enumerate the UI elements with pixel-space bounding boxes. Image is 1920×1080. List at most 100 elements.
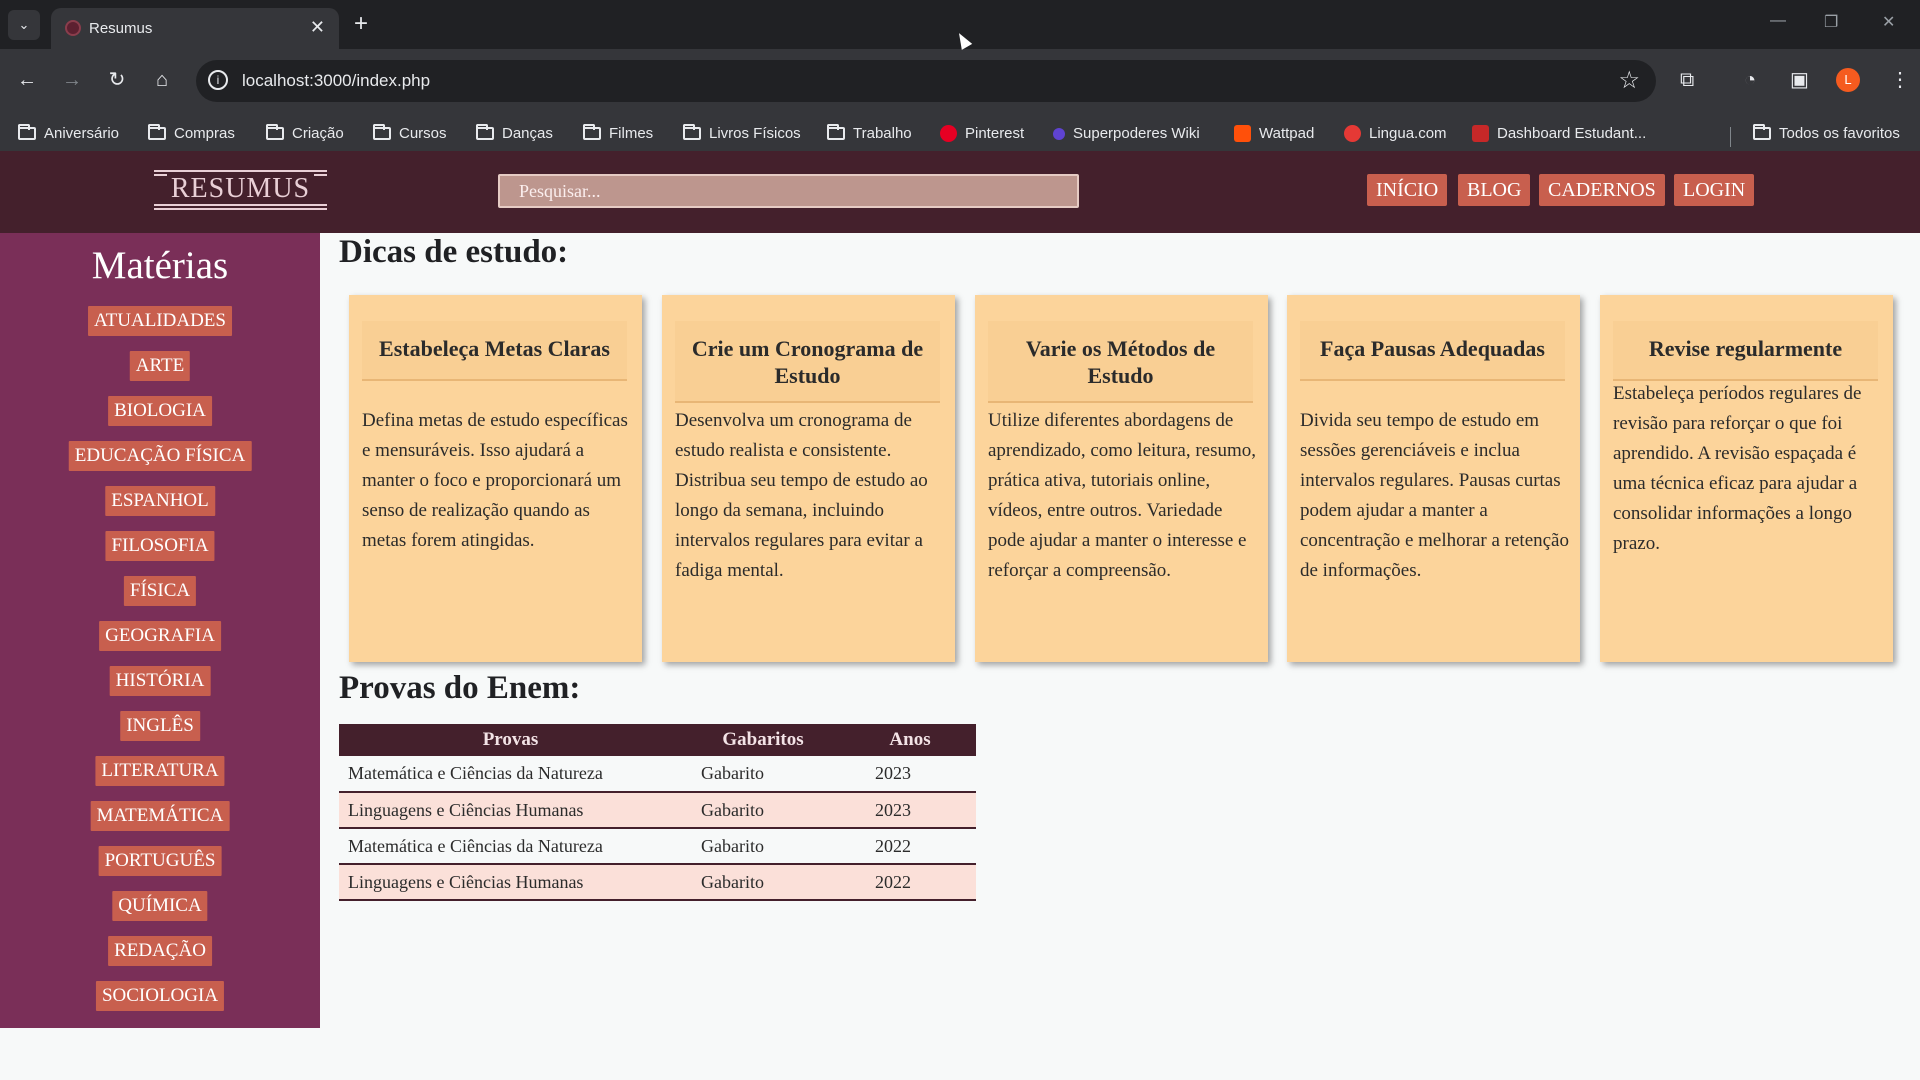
sidebar-item-historia[interactable]: HISTÓRIA	[109, 666, 211, 696]
lingua-icon	[1344, 125, 1361, 142]
sidebar-item-espanhol[interactable]: ESPANHOL	[105, 486, 215, 516]
reload-icon[interactable]: ↻	[102, 65, 132, 95]
bookmark-folder-aniversario[interactable]: Aniversário	[18, 124, 119, 142]
search-input[interactable]	[498, 174, 1079, 208]
menu-icon[interactable]: ⋮	[1890, 65, 1910, 95]
folder-icon	[476, 124, 494, 140]
subjects-sidebar: Matérias ATUALIDADES ARTE BIOLOGIA EDUCA…	[0, 233, 320, 1028]
performance-icon[interactable]: ◔	[1744, 65, 1756, 95]
site-header: RESUMUS INÍCIO BLOG CADERNOS LOGIN	[0, 151, 1920, 233]
folder-icon	[1753, 124, 1771, 140]
nav-login[interactable]: LOGIN	[1674, 174, 1755, 206]
url-text[interactable]: localhost:3000/index.php	[242, 71, 430, 91]
bookmark-folder-criacao[interactable]: Criação	[266, 124, 344, 142]
tip-card-heading: Estabeleça Metas Claras	[362, 321, 627, 381]
all-bookmarks[interactable]: Todos os favoritos	[1753, 124, 1900, 142]
folder-icon	[583, 124, 601, 140]
table-row: Matemática e Ciências da Natureza Gabari…	[339, 828, 976, 865]
exams-title: Provas do Enem:	[339, 670, 581, 706]
sidebar-item-educacao-fisica[interactable]: EDUCAÇÃO FÍSICA	[68, 441, 252, 471]
sidebar-item-sociologia[interactable]: SOCIOLOGIA	[95, 981, 225, 1011]
maximize-icon[interactable]: ❐	[1824, 12, 1838, 32]
sidebar-item-arte[interactable]: ARTE	[129, 351, 191, 381]
tip-card-heading: Faça Pausas Adequadas	[1300, 321, 1565, 381]
extensions-icon[interactable]: ⧉	[1680, 65, 1694, 95]
exam-name[interactable]: Matemática e Ciências da Natureza	[339, 756, 682, 793]
exam-answer-key[interactable]: Gabarito	[682, 864, 844, 901]
new-tab-button[interactable]: +	[354, 10, 368, 38]
bookmark-folder-trabalho[interactable]: Trabalho	[827, 124, 912, 142]
sidebar-item-redacao[interactable]: REDAÇÃO	[108, 936, 212, 966]
tip-card-text: Desenvolva um cronograma de estudo reali…	[675, 410, 928, 581]
sidebar-item-literatura[interactable]: LITERATURA	[95, 756, 225, 786]
table-row: Linguagens e Ciências Humanas Gabarito 2…	[339, 792, 976, 829]
home-icon[interactable]: ⌂	[147, 65, 177, 95]
side-panel-icon[interactable]: ▣	[1790, 65, 1809, 95]
tab-close-icon[interactable]: ✕	[310, 17, 325, 38]
sidebar-item-portugues[interactable]: PORTUGUÊS	[98, 846, 222, 876]
bookmark-superpoderes[interactable]: Superpoderes Wiki	[1053, 125, 1200, 142]
exam-answer-key[interactable]: Gabarito	[682, 792, 844, 829]
tip-card-text: Estabeleça períodos regulares de revisão…	[1613, 383, 1862, 554]
exam-year: 2022	[844, 864, 976, 901]
sidebar-item-matematica[interactable]: MATEMÁTICA	[90, 801, 230, 831]
site-info-icon[interactable]: i	[208, 70, 228, 90]
bookmark-pinterest[interactable]: Pinterest	[940, 125, 1024, 142]
tip-card-heading: Revise regularmente	[1613, 321, 1878, 381]
close-window-icon[interactable]: ✕	[1882, 12, 1895, 32]
minimize-icon[interactable]: —	[1770, 12, 1786, 30]
exam-name[interactable]: Linguagens e Ciências Humanas	[339, 792, 682, 829]
sidebar-item-quimica[interactable]: QUÍMICA	[112, 891, 208, 921]
bookmark-folder-cursos[interactable]: Cursos	[373, 124, 447, 142]
exam-year: 2023	[844, 792, 976, 829]
nav-cadernos[interactable]: CADERNOS	[1539, 174, 1665, 206]
folder-icon	[373, 124, 391, 140]
folder-icon	[827, 124, 845, 140]
sidebar-item-fisica[interactable]: FÍSICA	[123, 576, 197, 606]
folder-icon	[148, 124, 166, 140]
site-logo[interactable]: RESUMUS	[154, 168, 327, 212]
nav-inicio[interactable]: INÍCIO	[1367, 174, 1448, 206]
exam-answer-key[interactable]: Gabarito	[682, 828, 844, 865]
sidebar-item-atualidades[interactable]: ATUALIDADES	[88, 306, 232, 336]
sidebar-item-biologia[interactable]: BIOLOGIA	[108, 396, 212, 426]
tip-card: Crie um Cronograma de Estudo Desenvolva …	[662, 295, 955, 662]
table-row: Linguagens e Ciências Humanas Gabarito 2…	[339, 864, 976, 901]
folder-icon	[266, 124, 284, 140]
dashboard-icon	[1472, 125, 1489, 142]
sidebar-title: Matérias	[91, 244, 229, 287]
tip-card-text: Defina metas de estudo específicas e men…	[362, 410, 628, 551]
exam-answer-key[interactable]: Gabarito	[682, 756, 844, 793]
tip-card: Faça Pausas Adequadas Divida seu tempo d…	[1287, 295, 1580, 662]
profile-avatar[interactable]: L	[1836, 68, 1860, 92]
bookmark-wattpad[interactable]: Wattpad	[1234, 125, 1314, 142]
tip-card: Estabeleça Metas Claras Defina metas de …	[349, 295, 642, 662]
tab-search-button[interactable]: ⌄	[8, 10, 40, 40]
bookmark-star-icon[interactable]: ☆	[1618, 66, 1640, 95]
exam-year: 2023	[844, 756, 976, 793]
browser-tab[interactable]: Resumus ✕	[51, 8, 339, 49]
back-icon[interactable]: ←	[12, 65, 42, 95]
sidebar-item-filosofia[interactable]: FILOSOFIA	[105, 531, 215, 561]
bookmark-folder-livros[interactable]: Livros Físicos	[683, 124, 801, 142]
table-row: Matemática e Ciências da Natureza Gabari…	[339, 756, 976, 793]
bookmark-folder-filmes[interactable]: Filmes	[583, 124, 653, 142]
sidebar-item-ingles[interactable]: INGLÊS	[120, 711, 200, 741]
folder-icon	[683, 124, 701, 140]
bookmark-lingua[interactable]: Lingua.com	[1344, 125, 1447, 142]
exam-name[interactable]: Matemática e Ciências da Natureza	[339, 828, 682, 865]
browser-toolbar: ← → ↻ ⌂ i localhost:3000/index.php ☆ ⧉ ◔…	[0, 49, 1920, 159]
tab-title: Resumus	[89, 20, 153, 37]
wattpad-icon	[1234, 125, 1251, 142]
bookmarks-divider	[1730, 127, 1731, 147]
address-bar[interactable]: i localhost:3000/index.php ☆	[196, 60, 1656, 102]
nav-blog[interactable]: BLOG	[1458, 174, 1531, 206]
forward-icon[interactable]: →	[57, 65, 87, 95]
exam-name[interactable]: Linguagens e Ciências Humanas	[339, 864, 682, 901]
sidebar-item-geografia[interactable]: GEOGRAFIA	[99, 621, 221, 651]
bookmark-dashboard[interactable]: Dashboard Estudant...	[1472, 125, 1646, 142]
exams-table: Provas Gabaritos Anos Matemática e Ciênc…	[339, 724, 976, 901]
bookmark-folder-dancas[interactable]: Danças	[476, 124, 553, 142]
bookmark-folder-compras[interactable]: Compras	[148, 124, 235, 142]
column-header-anos: Anos	[844, 724, 976, 756]
